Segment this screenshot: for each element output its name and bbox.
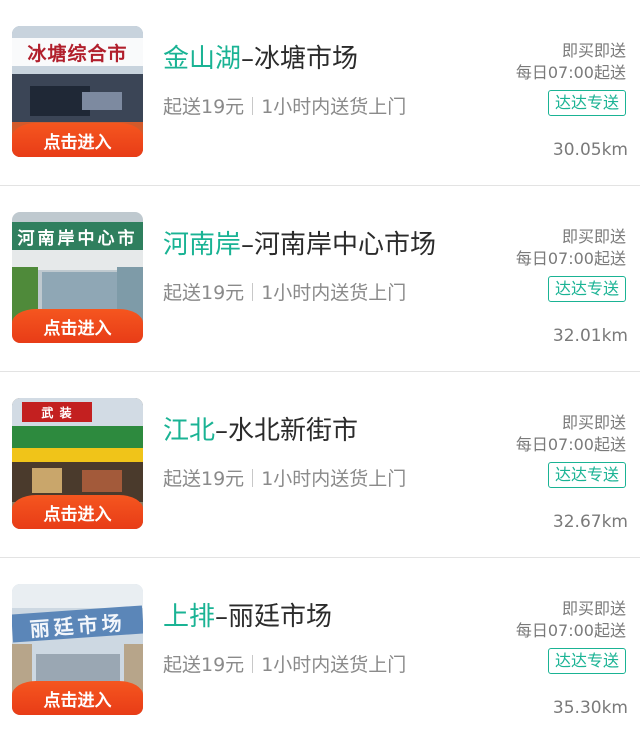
divider [252, 283, 254, 301]
market-thumbnail[interactable]: 武 装 点击进入 [12, 398, 143, 529]
min-order: 起送19元 [163, 96, 245, 118]
distance: 32.01km [552, 326, 628, 346]
market-area: 江北 [163, 416, 216, 446]
delivery-hours: 每日07:00起送 [515, 63, 626, 82]
market-title: 江北–水北新街市 [163, 410, 358, 447]
market-area: 金山湖 [163, 44, 242, 74]
courier-badge: 达达专送 [547, 276, 626, 302]
delivery-mode: 即买即送 [561, 599, 626, 618]
delivery-time: 1小时内送货上门 [261, 282, 407, 304]
market-title: 金山湖–冰塘市场 [163, 38, 358, 75]
delivery-panel: 即买即送 每日07:00起送 达达专送 [516, 226, 626, 302]
delivery-hours: 每日07:00起送 [515, 621, 626, 640]
delivery-time: 1小时内送货上门 [261, 96, 407, 118]
market-card[interactable]: 武 装 点击进入 江北–水北新街市 起送19元 1小时内送货上门 即买即送 每日0… [0, 372, 640, 558]
market-card[interactable]: 丽廷市场 点击进入 上排–丽廷市场 起送19元 1小时内送货上门 即买即送 每日0… [0, 558, 640, 744]
market-thumbnail[interactable]: 丽廷市场 点击进入 [12, 584, 143, 715]
market-info: 起送19元 1小时内送货上门 [163, 650, 406, 677]
market-thumbnail[interactable]: 冰塘综合市 点击进入 [12, 26, 143, 157]
market-name: –丽廷市场 [215, 602, 333, 632]
delivery-mode: 即买即送 [561, 41, 626, 60]
delivery-mode: 即买即送 [561, 227, 626, 246]
min-order: 起送19元 [163, 282, 245, 304]
courier-badge: 达达专送 [547, 462, 626, 488]
market-info: 起送19元 1小时内送货上门 [163, 278, 406, 305]
delivery-mode: 即买即送 [561, 413, 626, 432]
min-order: 起送19元 [163, 654, 245, 676]
divider [252, 655, 254, 673]
market-area: 上排 [163, 602, 216, 632]
delivery-panel: 即买即送 每日07:00起送 达达专送 [516, 598, 626, 674]
market-card[interactable]: 冰塘综合市 点击进入 金山湖–冰塘市场 起送19元 1小时内送货上门 即买即送 每… [0, 0, 640, 186]
market-title: 河南岸–河南岸中心市场 [163, 224, 436, 261]
distance: 30.05km [552, 140, 628, 160]
delivery-hours: 每日07:00起送 [515, 249, 626, 268]
delivery-hours: 每日07:00起送 [515, 435, 626, 454]
market-card[interactable]: 河南岸中心市 点击进入 河南岸–河南岸中心市场 起送19元 1小时内送货上门 即买… [0, 186, 640, 372]
delivery-time: 1小时内送货上门 [261, 654, 407, 676]
market-name: –冰塘市场 [241, 44, 359, 74]
market-info: 起送19元 1小时内送货上门 [163, 92, 406, 119]
market-sign: 武 装 [22, 402, 92, 422]
divider [252, 469, 254, 487]
market-name: –河南岸中心市场 [241, 230, 437, 260]
enter-button[interactable]: 点击进入 [12, 309, 143, 343]
courier-badge: 达达专送 [547, 648, 626, 674]
courier-badge: 达达专送 [547, 90, 626, 116]
market-sign: 冰塘综合市 [12, 38, 143, 66]
enter-button[interactable]: 点击进入 [12, 123, 143, 157]
market-list: 冰塘综合市 点击进入 金山湖–冰塘市场 起送19元 1小时内送货上门 即买即送 每… [0, 0, 640, 744]
delivery-panel: 即买即送 每日07:00起送 达达专送 [516, 412, 626, 488]
min-order: 起送19元 [163, 468, 245, 490]
market-thumbnail[interactable]: 河南岸中心市 点击进入 [12, 212, 143, 343]
delivery-time: 1小时内送货上门 [261, 468, 407, 490]
market-area: 河南岸 [163, 230, 242, 260]
distance: 35.30km [552, 698, 628, 718]
market-title: 上排–丽廷市场 [163, 596, 332, 633]
market-sign: 河南岸中心市 [12, 222, 143, 250]
market-name: –水北新街市 [215, 416, 359, 446]
enter-button[interactable]: 点击进入 [12, 495, 143, 529]
divider [252, 97, 254, 115]
delivery-panel: 即买即送 每日07:00起送 达达专送 [516, 40, 626, 116]
enter-button[interactable]: 点击进入 [12, 681, 143, 715]
distance: 32.67km [552, 512, 628, 532]
market-info: 起送19元 1小时内送货上门 [163, 464, 406, 491]
